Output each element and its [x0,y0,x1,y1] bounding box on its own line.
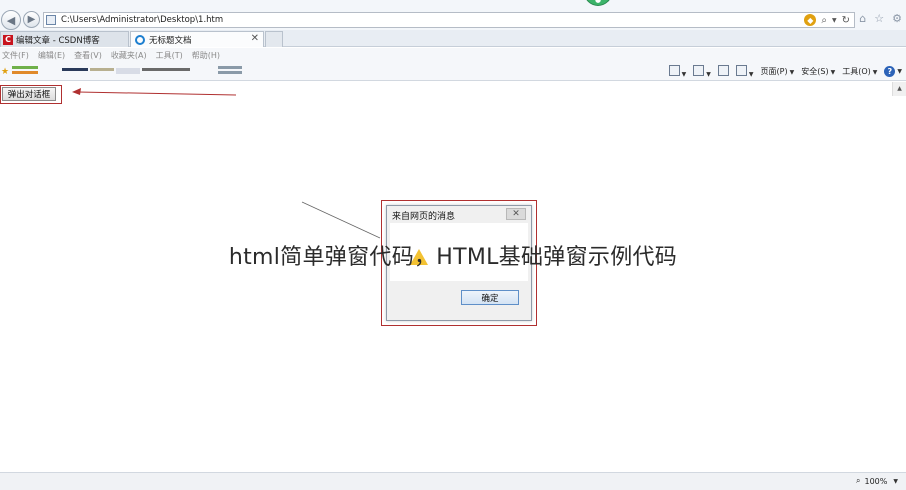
tab-label: 无标题文档 [149,35,192,46]
home-icon [668,65,680,76]
favorites-bar-links[interactable] [12,66,244,76]
fav-link-8[interactable] [218,71,242,74]
page-content: 弹出对话框 ▲ 来自网页的消息 ✕ 确定 [0,82,906,472]
tools-menu-label: 工具(O) [842,67,871,76]
watermark-caption: html简单弹窗代码，HTML基础弹窗示例代码 [228,245,678,270]
annotation-arrow [72,88,237,96]
popup-dialog-button[interactable]: 弹出对话框 [2,87,56,101]
help-icon: ? [884,66,896,77]
page-menu[interactable]: 页面(P) ▼ [761,66,795,77]
fav-link-3[interactable] [62,68,88,71]
fav-link-1[interactable] [12,66,38,69]
menu-edit[interactable]: 编辑(E) [38,50,65,61]
tab-csdn[interactable]: C 编辑文章 - CSDN博客 [0,31,129,47]
address-url: C:\Users\Administrator\Desktop\1.htm [61,15,224,25]
csdn-logo-icon: C [3,34,13,45]
page-menu-label: 页面(P) [760,67,788,76]
rss-feed-icon [693,65,705,76]
ie-page-icon [135,34,145,45]
home-command[interactable]: ▼ [668,65,686,78]
mail-icon [717,65,729,76]
safety-menu-label: 安全(S) [801,67,829,76]
address-bar-row: ● ◀ ▶ C:\Users\Administrator\Desktop\1.h… [0,0,906,30]
dialog-title: 来自网页的消息 [392,212,456,222]
printer-icon [735,65,747,76]
feeds-command[interactable]: ▼ [693,65,711,78]
tab-strip: C 编辑文章 - CSDN博客 无标题文档 ✕ [0,30,906,47]
notification-bubble: ● [584,0,612,6]
zoom-magnifier-icon: ⌕ [856,476,861,485]
menu-favorites[interactable]: 收藏夹(A) [111,50,147,61]
settings-gear-icon[interactable]: ⚙ [892,12,902,25]
zoom-control[interactable]: ⌕ 100% ▼ [856,476,898,486]
fav-link-7[interactable] [218,66,242,69]
forward-button[interactable]: ▶ [23,11,40,28]
fav-link-6[interactable] [142,68,190,71]
fav-link-5[interactable] [116,68,140,74]
favorites-bar-icon[interactable]: ★ [1,67,9,77]
menu-file[interactable]: 文件(F) [2,50,29,61]
tab-label: 编辑文章 - CSDN博客 [16,35,100,46]
mail-command[interactable] [717,65,729,78]
page-icon [46,15,56,25]
back-arrow-icon: ◀ [6,13,16,27]
menu-view[interactable]: 查看(V) [74,50,102,61]
zoom-level: 100% [864,476,888,486]
back-button[interactable]: ◀ [1,10,21,30]
scrollbar-up-arrow[interactable]: ▲ [892,82,906,96]
safety-menu[interactable]: 安全(S) ▼ [801,66,835,77]
new-tab-button[interactable] [265,31,283,47]
tab-close-icon[interactable]: ✕ [251,33,259,44]
menu-tools[interactable]: 工具(T) [156,50,183,61]
menu-bar: 文件(F) 编辑(E) 查看(V) 收藏夹(A) 工具(T) 帮助(H) [0,48,906,62]
favorites-star-icon[interactable]: ☆ [874,12,884,25]
fav-link-2[interactable] [12,71,38,74]
search-icon[interactable]: ⌕ [821,15,827,26]
address-input[interactable]: C:\Users\Administrator\Desktop\1.htm ◆ ⌕… [43,12,855,28]
home-icon[interactable]: ⌂ [859,12,866,25]
dropdown-icon[interactable]: ▼ [832,17,837,24]
fav-link-4[interactable] [90,68,114,71]
dialog-close-button[interactable]: ✕ [506,208,526,220]
dialog-ok-button[interactable]: 确定 [461,290,519,305]
status-bar: ⌕ 100% ▼ [0,472,906,490]
command-bar: ★ ▼ ▼ ▼ 页面(P) ▼ 安全(S) ▼ 工具(O) ▼ ? ▼ [0,62,906,81]
tools-menu[interactable]: 工具(O) ▼ [842,66,877,77]
forward-arrow-icon: ▶ [27,14,36,25]
menu-help[interactable]: 帮助(H) [192,50,220,61]
refresh-icon[interactable]: ↻ [842,15,850,26]
annotation-line [301,201,381,239]
browser-right-icons: ⌂ ☆ ⚙ [859,12,902,25]
address-tools: ◆ ⌕ ▼ ↻ [804,14,850,26]
help-menu[interactable]: ? ▼ [884,66,902,77]
tab-untitled[interactable]: 无标题文档 ✕ [130,31,264,47]
zoom-dropdown-icon: ▼ [893,477,898,485]
print-command[interactable]: ▼ [735,65,754,78]
compatibility-icon[interactable]: ◆ [804,14,817,26]
command-tools: ▼ ▼ ▼ 页面(P) ▼ 安全(S) ▼ 工具(O) ▼ ? ▼ [668,65,902,78]
